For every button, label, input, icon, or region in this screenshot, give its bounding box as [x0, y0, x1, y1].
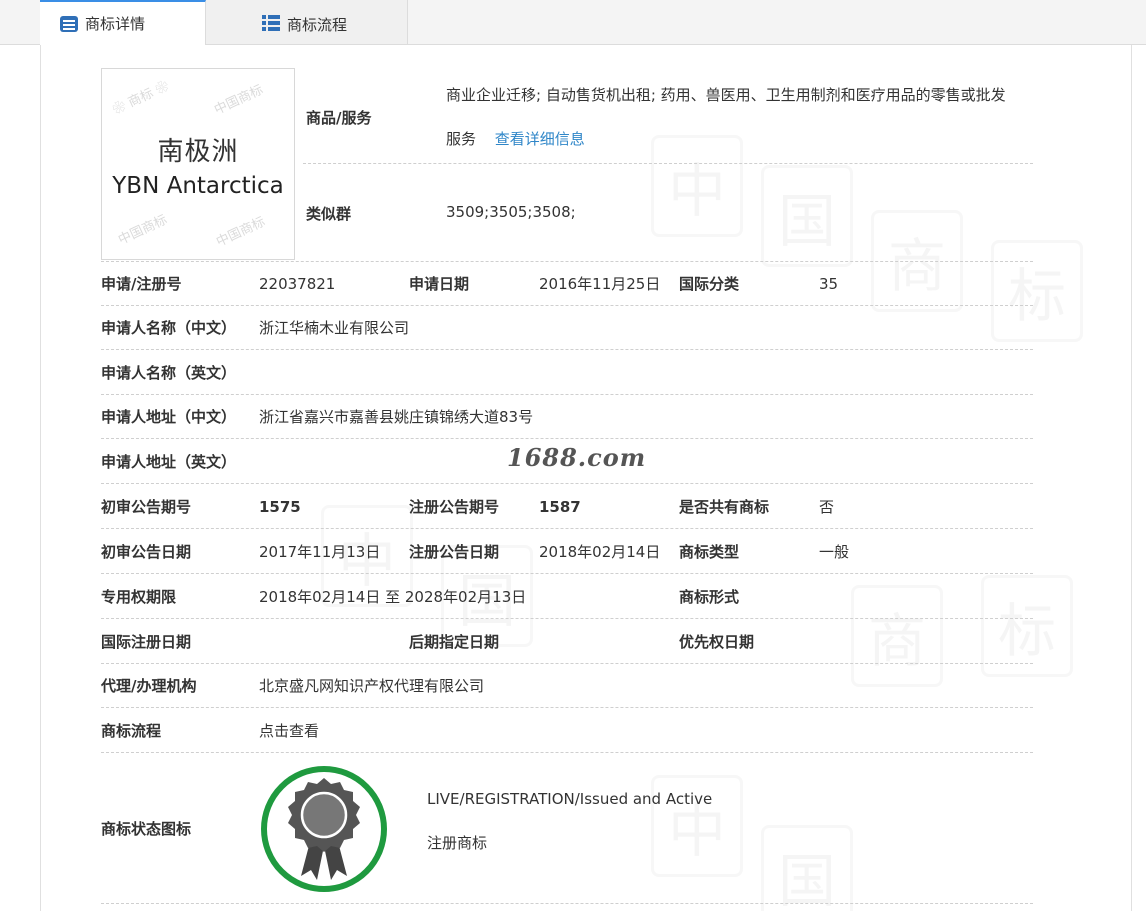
address-cn-label: 申请人地址（中文） — [101, 408, 237, 426]
mark-type-label: 商标类型 — [679, 543, 740, 561]
applicant-cn-label: 申请人名称（中文） — [101, 319, 237, 337]
intl-class-value: 35 — [819, 275, 839, 293]
goods-services-line1: 商业企业迁移; 自动售货机出租; 药用、兽医用、卫生用制剂和医疗用品的零售或批发 — [446, 86, 1006, 104]
address-en-label: 申请人地址（英文） — [101, 453, 237, 471]
process-label: 商标流程 — [101, 722, 162, 740]
view-process-link[interactable]: 点击查看 — [259, 709, 319, 753]
prelim-date-label: 初审公告日期 — [101, 543, 192, 561]
priority-date-label: 优先权日期 — [679, 633, 755, 651]
applicant-cn-value: 浙江华楠木业有限公司 — [259, 319, 410, 337]
list-icon — [262, 15, 280, 31]
doc-icon — [60, 15, 78, 32]
background-watermark: 国 — [761, 825, 854, 911]
status-english: LIVE/REGISTRATION/Issued and Active — [427, 790, 713, 808]
registered-badge-icon — [261, 766, 387, 892]
goods-services-tail: 服务 — [446, 130, 477, 148]
image-watermark: 中国商标 — [116, 212, 170, 249]
info-row-other-dates: 国际注册日期 后期指定日期 优先权日期 — [101, 620, 1033, 664]
tab-bar: 商标详情 商标流程 — [0, 0, 1146, 45]
term-value: 2018年02月14日 至 2028年02月13日 — [259, 588, 527, 606]
view-details-link[interactable]: 查看详细信息 — [495, 130, 585, 148]
applicant-en-label: 申请人名称（英文） — [101, 364, 237, 382]
divider — [101, 903, 1033, 904]
background-watermark: 国 — [761, 165, 854, 267]
info-row-registration: 申请/注册号 22037821 申请日期 2016年11月25日 国际分类 35 — [101, 262, 1033, 306]
later-date-label: 后期指定日期 — [409, 633, 500, 651]
detail-panel: 中 国 商 标 中 国 商 标 中 国 ❀ 商标 ❀ 中国商标 中国商标 中国商… — [40, 45, 1132, 911]
tab-trademark-details[interactable]: 商标详情 — [40, 0, 206, 45]
similar-group-value: 3509;3505;3508; — [446, 203, 576, 221]
term-label: 专用权期限 — [101, 588, 177, 606]
reg-pub-date-label: 注册公告日期 — [409, 543, 500, 561]
prelim-no-label: 初审公告期号 — [101, 498, 192, 516]
prelim-date-value: 2017年11月13日 — [259, 543, 381, 561]
image-watermark: 中国商标 — [214, 214, 268, 251]
info-row-announcement-no: 初审公告期号 1575 注册公告期号 1587 是否共有商标 否 — [101, 485, 1033, 529]
agent-value: 北京盛凡网知识产权代理有限公司 — [259, 677, 485, 695]
image-watermark: 中国商标 — [212, 82, 266, 119]
similar-group-label: 类似群 — [306, 205, 352, 223]
reg-pub-no-label: 注册公告期号 — [409, 498, 500, 516]
info-row-agent: 代理/办理机构 北京盛凡网知识产权代理有限公司 — [101, 664, 1033, 708]
mark-form-label: 商标形式 — [679, 588, 740, 606]
info-row-applicant-cn: 申请人名称（中文） 浙江华楠木业有限公司 — [101, 306, 1033, 350]
info-row-process: 商标流程 点击查看 — [101, 709, 1033, 753]
reg-pub-date-value: 2018年02月14日 — [539, 543, 661, 561]
tab-label: 商标详情 — [85, 15, 146, 33]
apply-date-value: 2016年11月25日 — [539, 275, 661, 293]
reg-no-label: 申请/注册号 — [101, 275, 182, 293]
background-watermark: 中 — [651, 135, 744, 237]
info-row-address-cn: 申请人地址（中文） 浙江省嘉兴市嘉善县姚庄镇锦绣大道83号 — [101, 395, 1033, 439]
shared-label: 是否共有商标 — [679, 498, 770, 516]
goods-services-line2: 服务 查看详细信息 — [446, 117, 585, 161]
image-watermark: ❀ 商标 ❀ — [110, 78, 172, 118]
status-icon-label: 商标状态图标 — [101, 820, 192, 838]
logo-english-text: YBN Antarctica — [112, 173, 284, 199]
divider — [303, 163, 1033, 164]
trademark-image: ❀ 商标 ❀ 中国商标 中国商标 中国商标 南极洲 YBN Antarctica — [101, 68, 295, 260]
status-chinese: 注册商标 — [427, 834, 488, 852]
address-cn-value: 浙江省嘉兴市嘉善县姚庄镇锦绣大道83号 — [259, 408, 534, 426]
info-row-term: 专用权期限 2018年02月14日 至 2028年02月13日 商标形式 — [101, 575, 1033, 619]
logo-chinese-text: 南极洲 — [157, 137, 239, 167]
tab-label: 商标流程 — [287, 16, 348, 34]
info-row-applicant-en: 申请人名称（英文） — [101, 351, 1033, 395]
award-ribbon-icon — [288, 778, 360, 880]
intl-reg-date-label: 国际注册日期 — [101, 633, 192, 651]
reg-pub-no-value: 1587 — [539, 498, 581, 516]
tab-trademark-process[interactable]: 商标流程 — [206, 0, 408, 44]
intl-class-label: 国际分类 — [679, 275, 740, 293]
goods-services-label: 商品/服务 — [306, 109, 372, 127]
apply-date-label: 申请日期 — [409, 275, 470, 293]
site-watermark: 1688.com — [507, 443, 647, 472]
prelim-no-value: 1575 — [259, 498, 301, 516]
mark-type-value: 一般 — [819, 543, 850, 561]
agent-label: 代理/办理机构 — [101, 677, 197, 695]
info-row-announcement-date: 初审公告日期 2017年11月13日 注册公告日期 2018年02月14日 商标… — [101, 530, 1033, 574]
shared-value: 否 — [819, 498, 835, 516]
reg-no-value: 22037821 — [259, 275, 336, 293]
